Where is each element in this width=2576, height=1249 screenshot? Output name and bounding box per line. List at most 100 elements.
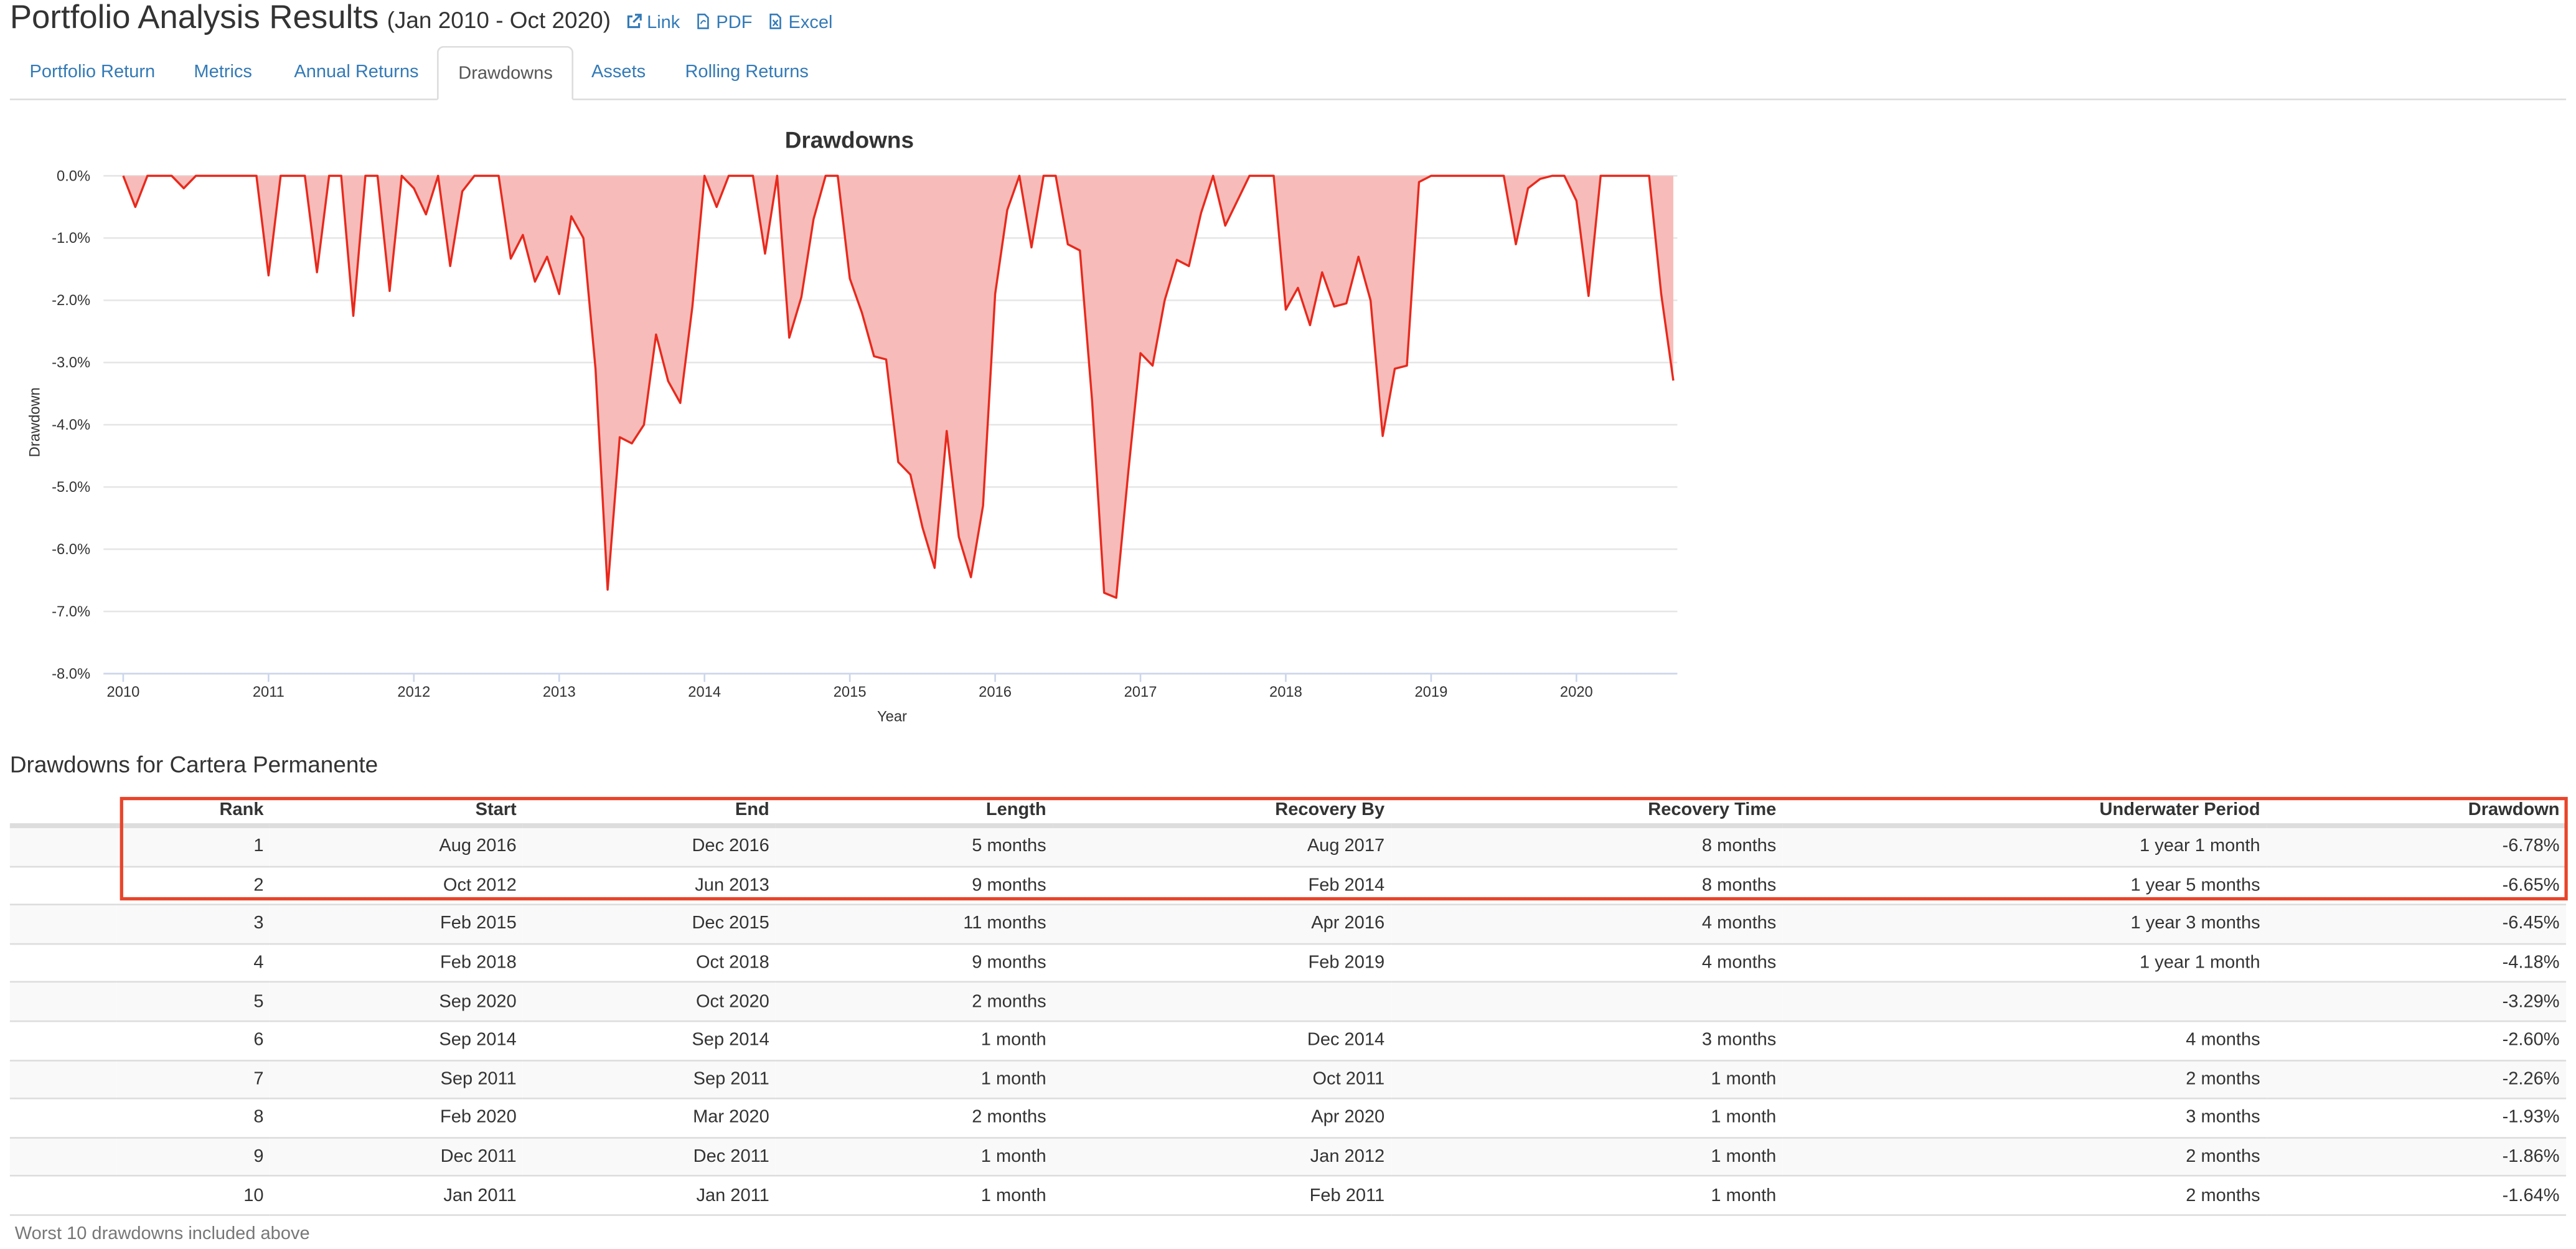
row-spacer (9, 1020, 116, 1060)
tab-metrics[interactable]: Metrics (174, 46, 272, 98)
table-cell: Jun 2013 (523, 865, 776, 905)
page-title: Portfolio Analysis Results (9, 0, 379, 37)
y-tick-label: -6.0% (52, 541, 90, 558)
y-tick-label: 0.0% (57, 167, 90, 184)
x-tick-label: 2010 (107, 684, 140, 700)
y-tick-label: -1.0% (52, 230, 90, 247)
table-cell: Sep 2011 (270, 1059, 524, 1099)
table-cell: Dec 2016 (523, 824, 776, 867)
link-button[interactable]: Link (626, 11, 680, 33)
y-tick-label: -5.0% (52, 479, 90, 496)
table-cell: 10 (116, 1175, 271, 1216)
table-footnote: Worst 10 drawdowns included above (14, 1224, 310, 1244)
table-row: 5 Sep 2020 Oct 2020 2 months -3.29% (9, 981, 2567, 1022)
table-cell: 2 months (776, 1098, 1053, 1138)
x-tick-label: 2013 (543, 684, 576, 700)
column-header: Recovery Time (1391, 795, 1783, 828)
table-cell: 9 months (776, 943, 1053, 983)
table-row: 7 Sep 2011 Sep 2011 1 month Oct 2011 1 month 2… (9, 1059, 2567, 1099)
x-tick-label: 2020 (1560, 684, 1593, 700)
table-row: 8 Feb 2020 Mar 2020 2 months Apr 2020 1 month… (9, 1098, 2567, 1138)
table-row: 4 Feb 2018 Oct 2018 9 months Feb 2019 4 month… (9, 943, 2567, 983)
table-cell: Feb 2020 (270, 1098, 524, 1138)
table-cell: 5 (116, 981, 271, 1022)
table-cell: -4.18% (2267, 943, 2567, 983)
table-cell: 8 months (1391, 865, 1783, 905)
row-spacer (9, 865, 116, 905)
table-cell: Jan 2012 (1053, 1136, 1391, 1177)
column-spacer (9, 795, 116, 828)
x-tick-label: 2015 (834, 684, 867, 700)
table-cell (1391, 981, 1783, 1022)
table-cell: Dec 2015 (523, 903, 776, 944)
column-header: Underwater Period (1782, 795, 2267, 828)
table-body: 1 Aug 2016 Dec 2016 5 months Aug 2017 8 month… (9, 824, 2567, 1216)
link-label: Link (647, 13, 680, 33)
table-cell: Dec 2011 (270, 1136, 524, 1177)
table-cell: 1 month (776, 1020, 1053, 1060)
tab-drawdowns[interactable]: Drawdowns (436, 45, 575, 100)
drawdown-area (123, 176, 1673, 598)
table-cell: 1 month (776, 1175, 1053, 1216)
table-cell: Apr 2020 (1053, 1098, 1391, 1138)
table-cell: 1 year 1 month (1782, 943, 2267, 983)
table-cell: Sep 2014 (523, 1020, 776, 1060)
table-cell: Feb 2019 (1053, 943, 1391, 983)
row-spacer (9, 903, 116, 944)
y-tick-label: -4.0% (52, 417, 90, 433)
drawdowns-chart: Drawdowns 0.0% -1.0% -2.0% -3.0% -4.0% -5.0% -… (26, 128, 1678, 725)
table-cell: -3.29% (2267, 981, 2567, 1022)
table-cell: 4 months (1391, 943, 1783, 983)
column-header: Recovery By (1053, 795, 1391, 828)
column-header: Length (776, 795, 1053, 828)
table-cell: 3 months (1391, 1020, 1783, 1060)
table-cell: 1 year 3 months (1782, 903, 2267, 944)
tab-annual-returns[interactable]: Annual Returns (275, 46, 438, 98)
table-row: 6 Sep 2014 Sep 2014 1 month Dec 2014 3 months… (9, 1020, 2567, 1060)
table-cell: 4 months (1391, 903, 1783, 944)
drawdowns-table: Rank Start End Length Recovery By Recove… (9, 795, 2567, 1216)
pdf-file-icon (697, 13, 709, 29)
excel-file-icon (769, 13, 781, 29)
table-cell: 2 months (1782, 1059, 2267, 1099)
table-cell: Oct 2012 (270, 865, 524, 905)
table-cell: -6.78% (2267, 824, 2567, 867)
table-cell: 3 (116, 903, 271, 944)
tab-rolling-returns[interactable]: Rolling Returns (665, 46, 829, 98)
table-row: 9 Dec 2011 Dec 2011 1 month Jan 2012 1 month 2… (9, 1136, 2567, 1177)
table-cell: -1.86% (2267, 1136, 2567, 1177)
table-row: 1 Aug 2016 Dec 2016 5 months Aug 2017 8 month… (9, 824, 2567, 867)
table-cell: 9 months (776, 865, 1053, 905)
table-cell: Feb 2014 (1053, 865, 1391, 905)
row-spacer (9, 981, 116, 1022)
excel-button[interactable]: Excel (767, 11, 833, 33)
table-cell: Jan 2011 (270, 1175, 524, 1216)
table-cell: Oct 2018 (523, 943, 776, 983)
table-row: 2 Oct 2012 Jun 2013 9 months Feb 2014 8 month… (9, 865, 2567, 905)
table-cell: Sep 2020 (270, 981, 524, 1022)
table-cell: 2 months (1782, 1136, 2267, 1177)
table-cell: -6.65% (2267, 865, 2567, 905)
column-header: Start (270, 795, 524, 828)
tab-portfolio-return[interactable]: Portfolio Return (10, 46, 175, 98)
row-spacer (9, 1136, 116, 1177)
table-title: Drawdowns for Cartera Permanente (9, 751, 378, 778)
table-cell: Dec 2014 (1053, 1020, 1391, 1060)
y-tick-label: -7.0% (52, 603, 90, 620)
table-cell: -6.45% (2267, 903, 2567, 944)
x-tick-label: 2016 (979, 684, 1012, 700)
tab-assets[interactable]: Assets (571, 46, 665, 98)
x-tick-label: 2017 (1124, 684, 1157, 700)
table-cell: Feb 2018 (270, 943, 524, 983)
pdf-button[interactable]: PDF (695, 11, 752, 33)
table-cell: 4 (116, 943, 271, 983)
table-cell: Feb 2015 (270, 903, 524, 944)
table-cell: Sep 2011 (523, 1059, 776, 1099)
table-header-row: Rank Start End Length Recovery By Recove… (9, 795, 2567, 828)
row-spacer (9, 1059, 116, 1099)
external-link-icon (627, 14, 642, 29)
results-tabs: Portfolio Return Metrics Annual Returns … (9, 45, 2567, 100)
table-cell: 11 months (776, 903, 1053, 944)
page-root: Portfolio Analysis Results (Jan 2010 - O… (0, 0, 2576, 1249)
table-cell: 1 month (1391, 1059, 1783, 1099)
